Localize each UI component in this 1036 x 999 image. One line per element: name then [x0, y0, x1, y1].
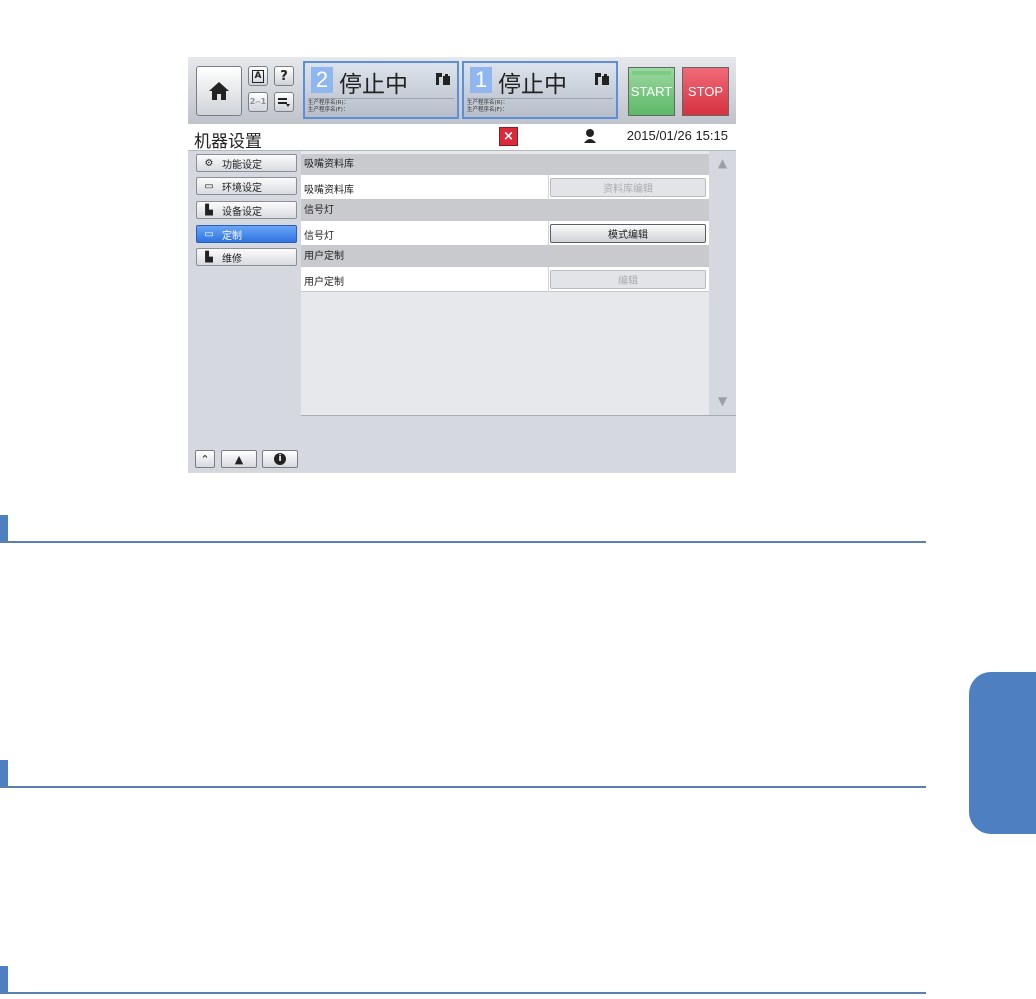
lane-status: 停止中: [498, 71, 567, 97]
setting-row-nozzle-library: 吸嘴资料库 资料库编辑: [301, 175, 709, 200]
row-label: 用户定制: [304, 277, 344, 288]
chapter-tab: [969, 672, 1036, 834]
custom-icon: ▭: [204, 228, 214, 240]
section-header-nozzle-library: 吸嘴资料库: [301, 154, 709, 175]
start-button[interactable]: START: [628, 67, 675, 116]
section-rule: [0, 992, 926, 994]
environment-icon: ▭: [204, 180, 214, 192]
row-label: 吸嘴资料库: [304, 185, 354, 196]
section-header-user-custom: 用户定制: [301, 246, 709, 267]
sidebar-item-label: 维修: [222, 253, 242, 265]
home-button[interactable]: [196, 66, 242, 116]
setting-row-user-custom: 用户定制 编辑: [301, 267, 709, 292]
lane-2-status-panel[interactable]: 2 停止中 生产程序名(R)： 生产程序名(F)：: [303, 61, 459, 119]
language-icon: A: [251, 69, 265, 83]
sidebar-item-function-settings[interactable]: ⚙ 功能设定: [196, 154, 297, 172]
sidebar-item-device-settings[interactable]: ▙ 设备设定: [196, 201, 297, 219]
sidebar-item-environment-settings[interactable]: ▭ 环境设定: [196, 177, 297, 195]
arrow-down-icon: ▼: [717, 394, 728, 408]
help-button[interactable]: ?: [274, 66, 294, 86]
users-icon: 2⌢1: [249, 97, 267, 106]
sidebar-item-custom[interactable]: ▭ 定制: [196, 225, 297, 243]
sidebar-item-label: 定制: [222, 230, 242, 242]
sidebar-item-maintenance[interactable]: ▙ 维修: [196, 248, 297, 266]
section-header-signal-light: 信号灯: [301, 200, 709, 221]
section-marker: [0, 515, 8, 541]
scroll-down-button[interactable]: ▼: [709, 389, 736, 413]
function-icon: ⚙: [204, 157, 214, 169]
sidebar-item-label: 功能设定: [222, 159, 262, 171]
setting-row-signal-light: 信号灯 模式编辑: [301, 221, 709, 246]
help-icon: ?: [280, 68, 288, 84]
lane-1-status-panel[interactable]: 1 停止中 生产程序名(R)： 生产程序名(F)：: [462, 61, 618, 119]
edit-button[interactable]: 编辑: [550, 270, 706, 289]
device-icon: ▙: [205, 204, 213, 216]
lane-program-info: 生产程序名(R)： 生产程序名(F)：: [467, 98, 613, 114]
language-button[interactable]: A: [248, 66, 268, 86]
program-icon: [594, 72, 610, 90]
scroll-up-button[interactable]: ▲: [709, 151, 736, 175]
section-rule: [0, 541, 926, 543]
info-button[interactable]: i: [262, 450, 298, 468]
network-button[interactable]: [274, 92, 294, 112]
program-f: 生产程序名(F)：: [467, 107, 508, 113]
page-title: 机器设置: [194, 132, 262, 151]
users-button[interactable]: 2⌢1: [248, 92, 268, 112]
lane-number: 1: [470, 67, 492, 93]
sidebar-item-label: 设备设定: [222, 206, 262, 218]
network-icon: [278, 98, 290, 107]
pattern-edit-button[interactable]: 模式编辑: [550, 224, 706, 243]
row-label: 信号灯: [304, 231, 334, 242]
lane-status: 停止中: [339, 71, 408, 97]
settings-content: 吸嘴资料库 吸嘴资料库 资料库编辑 信号灯 信号灯 模式编辑 用户定制 用户定制…: [301, 151, 709, 415]
program-r: 生产程序名(R)：: [467, 100, 509, 106]
divider: [548, 267, 549, 292]
status-area: [301, 415, 736, 473]
double-chevron-up-icon: ⌃: [200, 452, 210, 466]
machine-settings-screen: A ? 2⌢1 2 停止中 生产程序名(R)： 生产程序名(F)： 1 停止中 …: [188, 57, 736, 473]
stop-button[interactable]: STOP: [682, 67, 729, 116]
close-button[interactable]: ×: [499, 127, 518, 146]
divider: [548, 175, 549, 200]
home-icon: [209, 82, 229, 100]
top-bar: A ? 2⌢1 2 停止中 生产程序名(R)： 生产程序名(F)： 1 停止中 …: [188, 57, 736, 124]
sidebar-item-label: 环境设定: [222, 182, 262, 194]
info-icon: i: [274, 453, 286, 465]
maintenance-icon: ▙: [205, 251, 213, 263]
title-bar: 机器设置 × 2015/01/26 15:15: [188, 124, 736, 151]
lane-program-info: 生产程序名(R)： 生产程序名(F)：: [308, 98, 454, 114]
section-rule: [0, 786, 926, 788]
datetime: 2015/01/26 15:15: [626, 128, 728, 143]
lane-number: 2: [311, 67, 333, 93]
section-marker: [0, 966, 8, 992]
section-marker: [0, 760, 8, 786]
divider: [548, 221, 549, 246]
scrollbar[interactable]: ▲ ▼: [709, 151, 736, 415]
program-r: 生产程序名(R)：: [308, 100, 350, 106]
program-icon: [435, 72, 451, 90]
warning-icon: ▲: [234, 452, 244, 466]
alarm-button[interactable]: ▲: [221, 450, 257, 468]
close-icon: ×: [503, 129, 514, 144]
user-icon: [584, 129, 596, 143]
arrow-up-icon: ▲: [717, 156, 728, 170]
library-edit-button[interactable]: 资料库编辑: [550, 178, 706, 197]
program-f: 生产程序名(F)：: [308, 107, 349, 113]
sidebar: ⚙ 功能设定 ▭ 环境设定 ▙ 设备设定 ▭ 定制 ▙ 维修 ⌃ ▲ i: [188, 151, 300, 473]
collapse-button[interactable]: ⌃: [195, 450, 215, 468]
